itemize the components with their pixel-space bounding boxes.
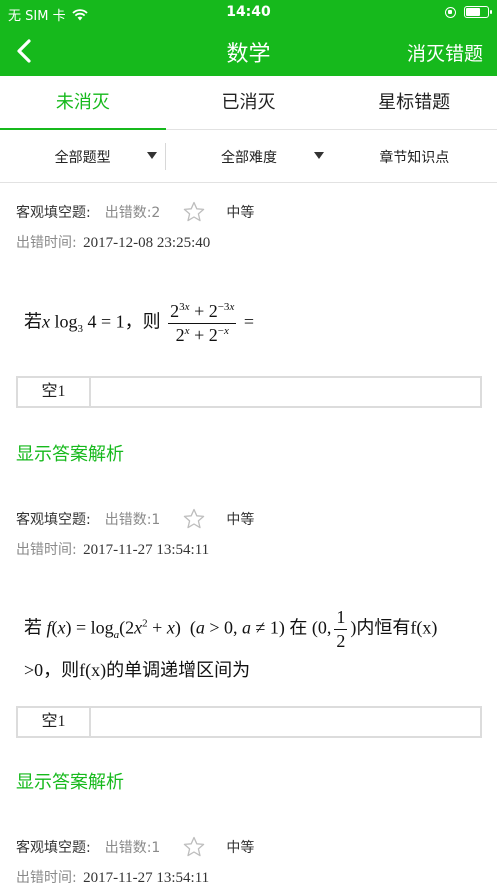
question-card: 客观填空题: 出错数:1 中等 出错时间: 2017-11-27 13:54:1… — [0, 507, 497, 807]
error-time: 出错时间: 2017-11-27 13:54:11 — [16, 539, 209, 559]
status-bar: 无 SIM 卡 14:40 — [0, 0, 497, 26]
filter-chapter[interactable]: 章节知识点 — [332, 131, 497, 182]
question-stem: 若x log3 4 = 1，则 23x + 2−3x 2x + 2−x = — [24, 301, 254, 345]
stem-prefix: 若 — [24, 311, 42, 332]
tab-bar: 未消灭 已消灭 星标错题 — [0, 76, 497, 130]
stem-line-2: >0，则f(x)的单调递增区间为 — [24, 660, 251, 680]
tab-starred[interactable]: 星标错题 — [331, 76, 497, 129]
question-card: 客观填空题: 出错数:1 中等 出错时间: 2017-11-27 13:54:1… — [0, 835, 497, 883]
caret-down-icon — [313, 152, 324, 159]
caret-down-icon — [147, 152, 158, 159]
error-count: 出错数:1 — [104, 512, 161, 528]
tab-eliminated[interactable]: 已消灭 — [166, 76, 332, 129]
error-time-label: 出错时间: — [16, 542, 77, 558]
stem-mid: 在 — [289, 617, 308, 638]
filter-question-type-label: 全部题型 — [54, 149, 111, 166]
orientation-lock-icon — [445, 6, 456, 18]
error-time-value: 2017-12-08 23:25:40 — [83, 235, 211, 251]
stem-suffix: 内恒有f(x) — [356, 617, 438, 638]
battery-icon — [464, 6, 492, 18]
error-time-value: 2017-11-27 13:54:11 — [83, 542, 210, 558]
question-stem: 若 f(x) = loga(2x2 + x) (a > 0, a ≠ 1) 在 … — [24, 607, 438, 651]
difficulty-level: 中等 — [226, 840, 255, 856]
battery-level — [466, 8, 481, 16]
star-outline-icon[interactable] — [182, 200, 206, 224]
question-type: 客观填空题: — [16, 512, 91, 528]
answer-blank: 空1 — [16, 706, 482, 738]
tab-not-eliminated[interactable]: 未消灭 — [0, 76, 166, 130]
question-card: 客观填空题: 出错数:2 中等 出错时间: 2017-12-08 23:25:4… — [0, 200, 497, 490]
show-answer-link[interactable]: 显示答案解析 — [16, 440, 124, 466]
status-time: 14:40 — [226, 4, 271, 20]
difficulty-level: 中等 — [226, 205, 255, 221]
difficulty-level: 中等 — [226, 512, 255, 528]
question-type: 客观填空题: — [16, 205, 91, 221]
show-answer-link[interactable]: 显示答案解析 — [16, 768, 124, 794]
stem-then: ，则 — [124, 311, 161, 332]
blank-label: 空1 — [18, 378, 91, 406]
error-time: 出错时间: 2017-11-27 13:54:11 — [16, 867, 209, 883]
error-count: 出错数:1 — [104, 840, 161, 856]
error-count: 出错数:2 — [104, 205, 161, 221]
blank-label: 空1 — [18, 708, 91, 736]
answer-blank: 空1 — [16, 376, 482, 408]
filter-difficulty-label: 全部难度 — [220, 149, 277, 166]
star-outline-icon[interactable] — [182, 507, 206, 531]
star-outline-icon[interactable] — [182, 835, 206, 859]
eliminate-errors-button[interactable]: 消灭错题 — [407, 39, 483, 66]
nav-bar: 数学 消灭错题 — [0, 26, 497, 76]
filter-difficulty[interactable]: 全部难度 — [166, 131, 331, 182]
blank-input[interactable] — [91, 378, 480, 406]
math-fraction: 23x + 2−3x 2x + 2−x — [168, 301, 237, 345]
error-time-label: 出错时间: — [16, 870, 77, 883]
error-time-label: 出错时间: — [16, 235, 77, 251]
filter-question-type[interactable]: 全部题型 — [0, 131, 165, 182]
stem-prefix: 若 — [24, 617, 42, 638]
math-fraction: 12 — [334, 607, 348, 651]
filter-bar: 全部题型 全部难度 章节知识点 — [0, 131, 497, 183]
question-type: 客观填空题: — [16, 840, 91, 856]
error-time: 出错时间: 2017-12-08 23:25:40 — [16, 232, 210, 252]
blank-input[interactable] — [91, 708, 480, 736]
filter-chapter-label: 章节知识点 — [379, 149, 450, 166]
error-time-value: 2017-11-27 13:54:11 — [83, 870, 210, 883]
